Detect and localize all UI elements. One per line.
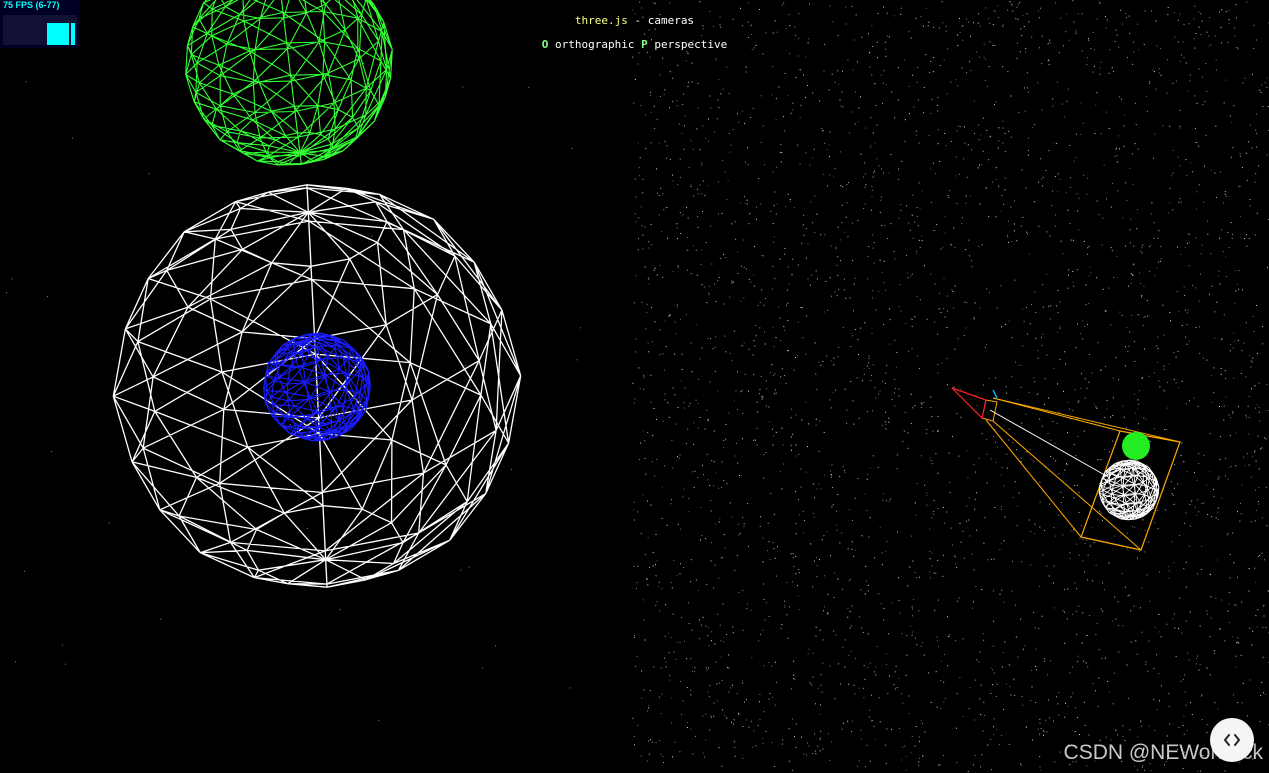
threejs-link[interactable]: three.js [575, 14, 628, 27]
green-sphere-preview [1122, 432, 1150, 460]
starfield [6, 0, 1269, 772]
webgl-viewport[interactable] [0, 0, 1269, 773]
code-brackets-icon [1224, 734, 1240, 746]
info-controls: O orthographic P perspective [0, 36, 1269, 54]
info-overlay: three.js - cameras O orthographic P pers… [0, 12, 1269, 60]
info-title: three.js - cameras [0, 12, 1269, 30]
title-separator: - [627, 14, 648, 27]
wireframe-mesh [1098, 459, 1160, 521]
title-text: cameras [647, 14, 695, 27]
white-sphere-preview [1098, 459, 1160, 521]
scene-canvas [6, 0, 1269, 772]
label-perspective: perspective [647, 38, 728, 51]
frustum-edge [992, 397, 1121, 432]
camera-up-indicator [992, 389, 998, 399]
key-p: P [641, 38, 648, 51]
view-source-button[interactable] [1210, 718, 1254, 762]
wireframe-mesh [263, 332, 371, 442]
frustum-edge [992, 397, 1181, 443]
fps-readout: 75 FPS (6-77) [3, 0, 60, 10]
label-orthographic: orthographic [548, 38, 642, 51]
left-camera-view [112, 0, 522, 588]
blue-wireframe-sphere [263, 332, 371, 442]
white-wireframe-sphere [112, 184, 522, 588]
wireframe-mesh [112, 184, 522, 588]
right-camera-view [951, 387, 1181, 551]
camera-target-line [989, 409, 1111, 479]
frustum-edge [985, 419, 1082, 538]
